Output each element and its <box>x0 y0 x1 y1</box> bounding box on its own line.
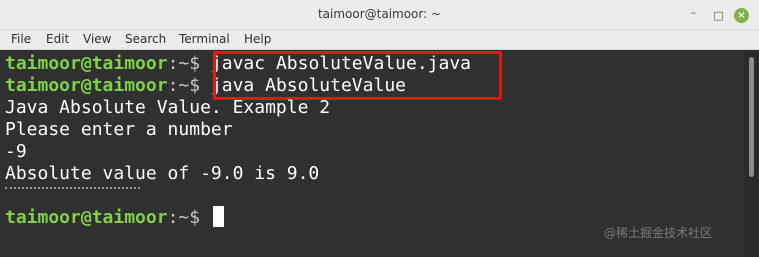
close-icon[interactable]: × <box>734 8 749 23</box>
text-cursor <box>212 206 224 227</box>
menu-terminal[interactable]: Terminal <box>179 32 230 46</box>
prompt-user: taimoor@taimoor <box>5 53 168 74</box>
watermark: @稀土掘金技术社区 <box>604 226 713 240</box>
output-line: -9 <box>5 141 27 162</box>
title-bar: taimoor@taimoor: ~ – □ × <box>0 0 759 30</box>
prompt-path: :~$ <box>167 53 211 74</box>
output-line: Java Absolute Value. Example 2 <box>5 97 331 118</box>
window-title: taimoor@taimoor: ~ <box>317 7 442 21</box>
menu-file[interactable]: File <box>11 32 31 46</box>
maximize-icon[interactable]: □ <box>711 8 726 23</box>
output-line: Absolute value of -9.0 is 9.0 <box>5 163 320 184</box>
menu-edit[interactable]: Edit <box>46 32 69 46</box>
menu-bar: File Edit View Search Terminal Help <box>0 30 759 50</box>
highlight-annotation-box <box>213 51 502 100</box>
menu-help[interactable]: Help <box>244 32 271 46</box>
prompt-user: taimoor@taimoor <box>5 75 168 96</box>
terminal-prompt-line: taimoor@taimoor:~$ <box>5 206 224 228</box>
output-line: Please enter a number <box>5 119 233 140</box>
prompt-path: :~$ <box>167 207 211 228</box>
minimize-icon[interactable]: – <box>686 5 701 20</box>
scrollbar[interactable] <box>744 51 759 257</box>
menu-view[interactable]: View <box>83 32 111 46</box>
menu-search[interactable]: Search <box>125 32 166 46</box>
prompt-user: taimoor@taimoor <box>5 207 168 228</box>
scrollbar-thumb[interactable] <box>749 57 754 177</box>
prompt-path: :~$ <box>167 75 211 96</box>
terminal-window: taimoor@taimoor: ~ – □ × File Edit View … <box>0 0 759 257</box>
output-separator <box>5 187 140 189</box>
